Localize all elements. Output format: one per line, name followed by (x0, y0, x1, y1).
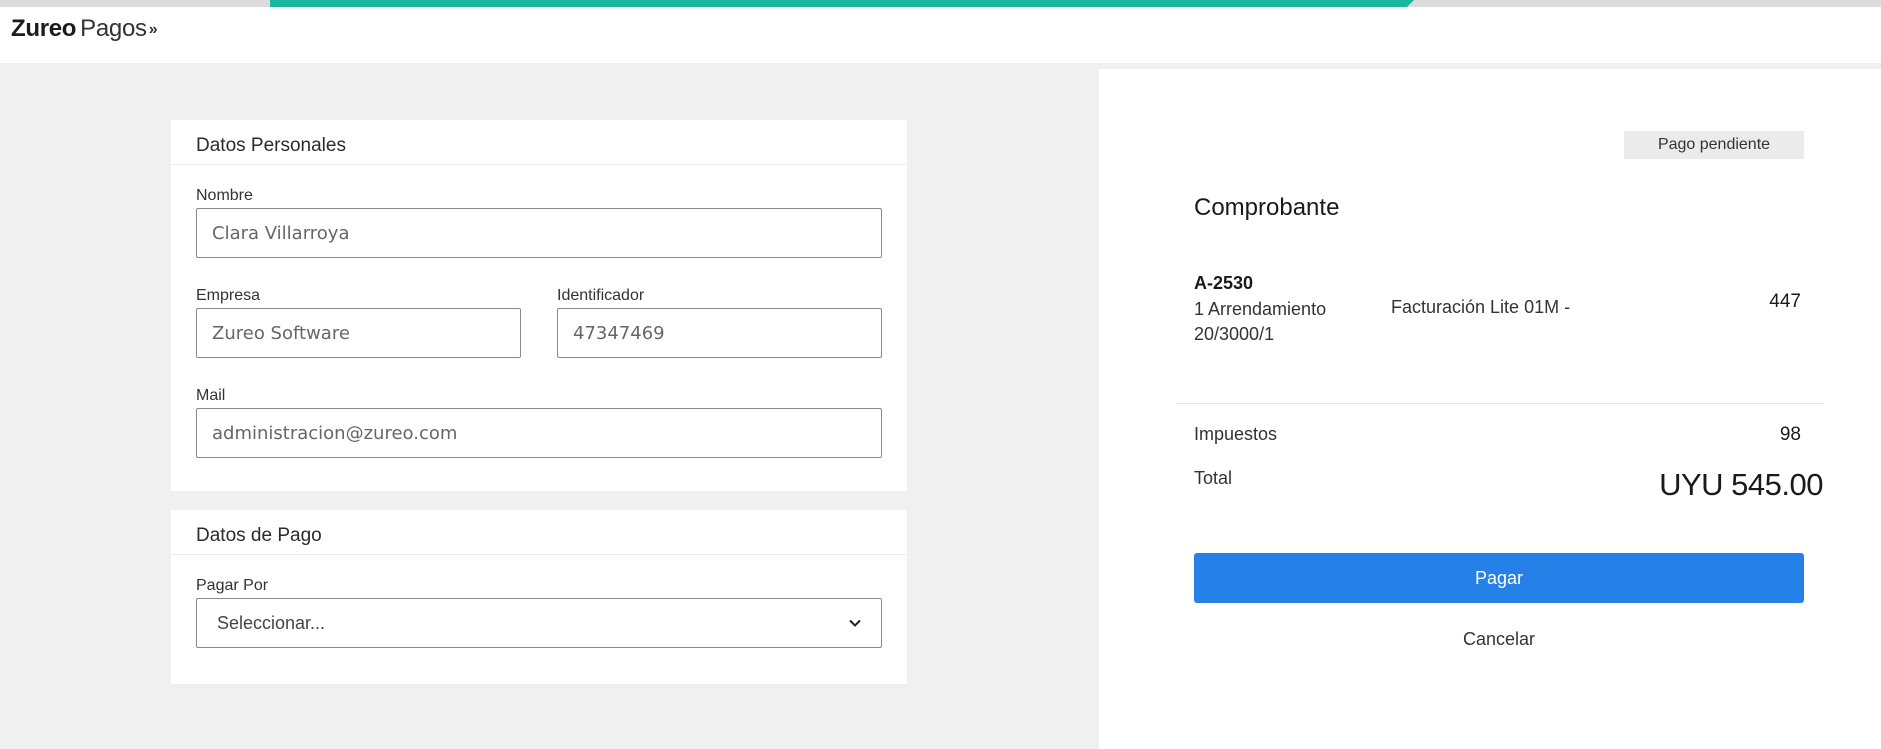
divider (1176, 403, 1824, 404)
item-description: Facturación Lite 01M - (1391, 297, 1571, 317)
logo-brand: Zureo (11, 15, 77, 42)
chevron-down-icon (849, 619, 861, 627)
payment-data-title: Datos de Pago (171, 510, 907, 555)
receipt-panel: Pago pendiente Comprobante A-2530 1 Arre… (1099, 69, 1881, 749)
item-amount: 447 (1769, 291, 1801, 312)
identificador-input[interactable] (557, 308, 882, 358)
header: Zureo Pagos» (0, 7, 1881, 63)
identificador-label: Identificador (557, 287, 645, 304)
mail-input[interactable] (196, 408, 882, 458)
cancel-button[interactable]: Cancelar (1194, 629, 1804, 650)
nombre-input[interactable] (196, 208, 882, 258)
receipt-title: Comprobante (1194, 194, 1340, 221)
empresa-label: Empresa (196, 287, 261, 304)
empresa-input[interactable] (196, 308, 521, 358)
status-badge: Pago pendiente (1624, 131, 1804, 159)
chevron-double-right-icon: » (148, 21, 158, 38)
progress-bar-fill (270, 0, 1414, 7)
personal-data-card: Datos Personales Nombre Empresa Identifi… (171, 120, 907, 491)
item-code: A-2530 (1194, 273, 1254, 293)
logo[interactable]: Zureo Pagos» (11, 15, 158, 42)
taxes-amount: 98 (1779, 424, 1801, 445)
logo-product: Pagos (80, 15, 147, 42)
nombre-label: Nombre (196, 187, 253, 204)
payment-data-card: Datos de Pago Pagar Por Seleccionar... (171, 510, 907, 684)
total-amount: UYU 545.00 (1659, 467, 1823, 502)
progress-bar (0, 0, 1881, 7)
pagar-por-select[interactable]: Seleccionar... (196, 598, 882, 648)
mail-label: Mail (196, 387, 226, 404)
personal-data-title: Datos Personales (171, 120, 907, 165)
form-area: Datos Personales Nombre Empresa Identifi… (0, 63, 1099, 749)
pay-button[interactable]: Pagar (1194, 553, 1804, 603)
pagar-por-selected: Seleccionar... (217, 612, 326, 633)
pagar-por-label: Pagar Por (196, 577, 269, 594)
taxes-label: Impuestos (1194, 424, 1278, 444)
item-name: 1 Arrendamiento 20/3000/1 (1194, 299, 1327, 344)
total-label: Total (1194, 468, 1233, 488)
